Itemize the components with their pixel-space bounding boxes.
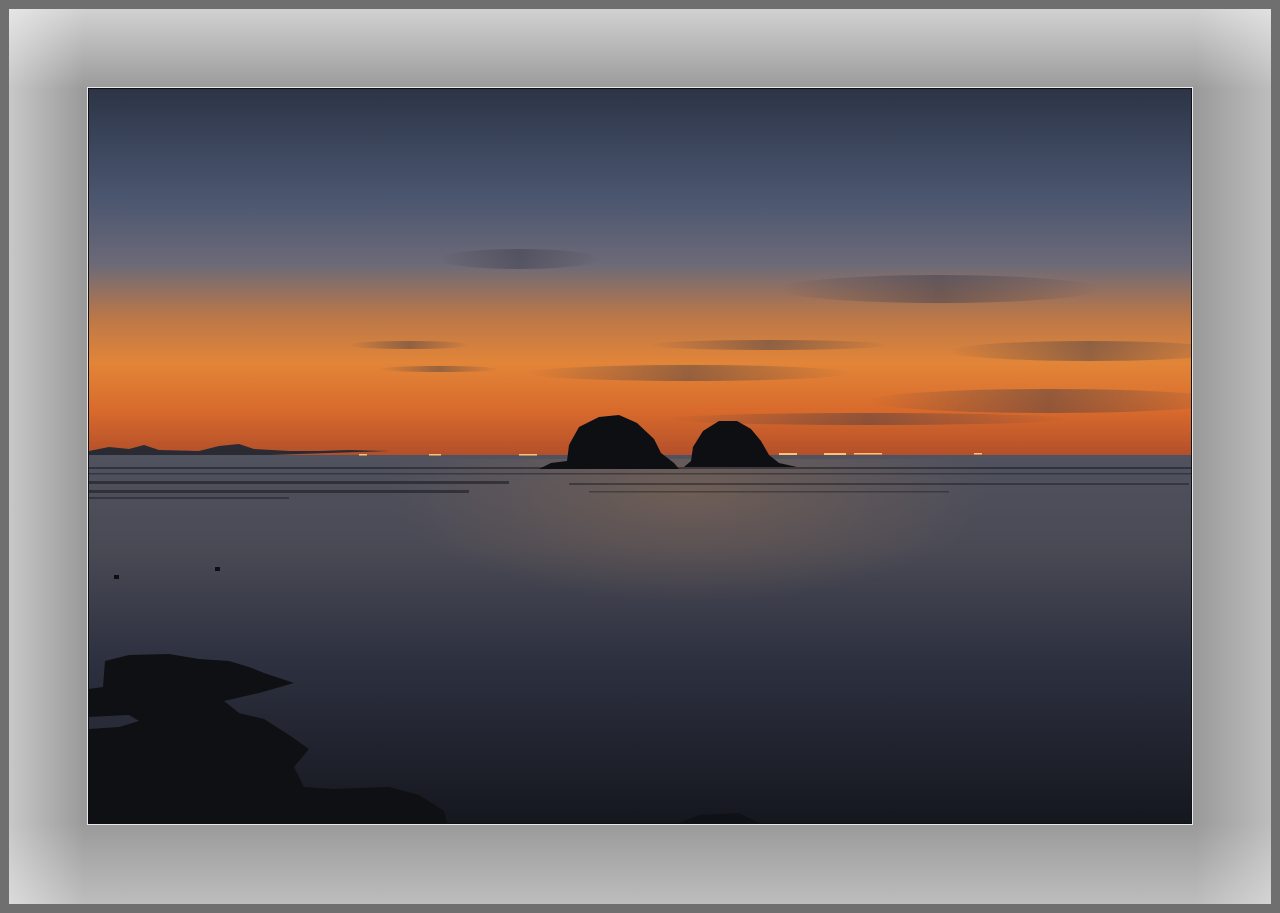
outer-frame [0, 0, 1280, 913]
photograph [89, 89, 1191, 823]
sunset-seascape-photo [89, 89, 1191, 823]
